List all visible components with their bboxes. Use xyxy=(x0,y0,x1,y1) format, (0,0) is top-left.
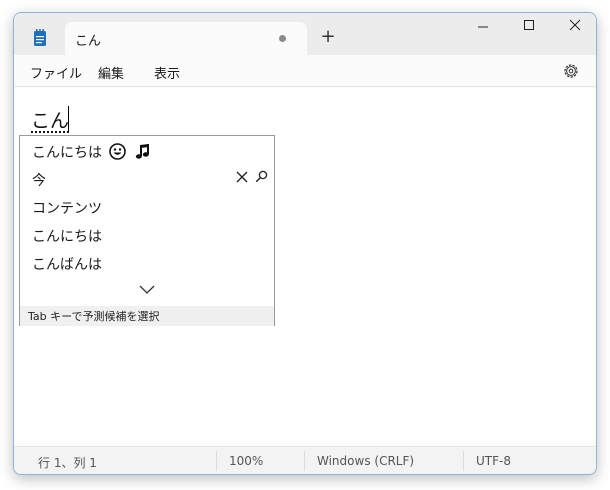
tab-title: こん xyxy=(75,34,102,49)
menu-view[interactable]: 表示 xyxy=(154,63,180,82)
status-bar: 行 1、列 1 100% Windows (CRLF) UTF-8 xyxy=(14,446,596,474)
menu-edit[interactable]: 編集 xyxy=(98,63,124,82)
candidate-item[interactable]: こんにちは xyxy=(32,142,151,168)
status-divider xyxy=(463,451,464,471)
search-icon[interactable] xyxy=(255,170,268,183)
title-bar: こん + xyxy=(14,13,596,55)
notepad-icon xyxy=(34,29,46,46)
music-note-emoji-icon xyxy=(135,144,149,159)
candidate-item[interactable]: コンテンツ xyxy=(32,198,102,224)
text-editor[interactable]: こん こんにちは 今 コンテンツ こんにちは こんばんは Tab キーで予測候補… xyxy=(14,88,596,440)
gear-icon[interactable] xyxy=(562,62,580,80)
encoding: UTF-8 xyxy=(476,454,511,468)
smiley-emoji-icon xyxy=(109,143,127,160)
candidate-item[interactable]: こんばんは xyxy=(32,254,102,280)
new-tab-button[interactable]: + xyxy=(317,27,339,49)
status-divider xyxy=(216,451,217,471)
notepad-window: こん + ファイル 編集 表示 こん こんにちは 今 コンテンツ こんにちは こ… xyxy=(13,12,597,475)
unsaved-indicator[interactable] xyxy=(279,35,286,42)
candidate-item[interactable]: 今 xyxy=(32,170,46,196)
line-ending: Windows (CRLF) xyxy=(317,454,415,468)
zoom-level: 100% xyxy=(229,454,264,468)
maximize-icon xyxy=(524,20,534,30)
composing-text: こん xyxy=(31,110,70,132)
candidate-label: こんにちは xyxy=(32,145,102,161)
ime-hint-text: Tab キーで予測候補を選択 xyxy=(20,306,274,326)
tab-document[interactable]: こん xyxy=(65,22,307,55)
ime-candidate-window: こんにちは 今 コンテンツ こんにちは こんばんは Tab キーで予測候補を選択 xyxy=(19,135,275,326)
text-caret xyxy=(68,106,69,132)
minimize-button[interactable] xyxy=(460,13,506,43)
menu-file[interactable]: ファイル xyxy=(30,63,82,82)
maximize-button[interactable] xyxy=(506,13,552,43)
close-icon xyxy=(569,19,581,31)
menu-bar: ファイル 編集 表示 xyxy=(14,55,596,87)
chevron-down-icon[interactable] xyxy=(139,284,155,294)
close-icon[interactable] xyxy=(236,171,248,183)
status-divider xyxy=(304,451,305,471)
cursor-position: 行 1、列 1 xyxy=(38,456,97,470)
candidate-item[interactable]: こんにちは xyxy=(32,226,102,252)
close-button[interactable] xyxy=(552,13,596,43)
minimize-icon xyxy=(478,26,488,28)
